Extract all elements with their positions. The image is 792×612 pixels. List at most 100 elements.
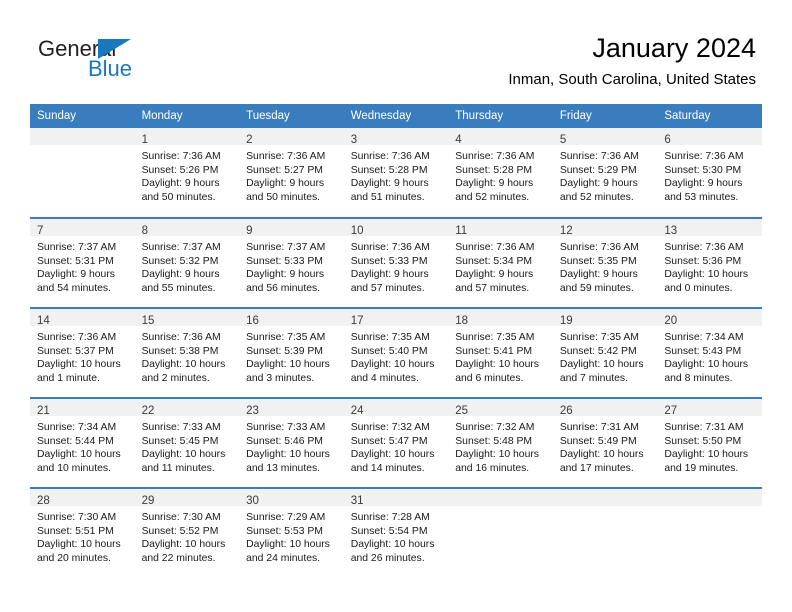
day-number: 27 bbox=[664, 405, 678, 417]
calendar-day-cell[interactable]: 25 Sunrise: 7:32 AM Sunset: 5:48 PM Dayligh… bbox=[448, 397, 553, 488]
calendar-day-cell[interactable]: 6 Sunrise: 7:36 AM Sunset: 5:30 PM Daylight… bbox=[657, 128, 762, 218]
day-detail-line: and 53 minutes. bbox=[664, 191, 739, 203]
day-detail-line: Daylight: 9 hours bbox=[559, 178, 638, 190]
day-number: 6 bbox=[664, 134, 671, 146]
calendar-day-cell[interactable]: 11 Sunrise: 7:36 AM Sunset: 5:34 PM Dayligh… bbox=[448, 217, 553, 308]
day-detail-line: Sunset: 5:32 PM bbox=[141, 255, 219, 267]
calendar-day-cell[interactable]: 18 Sunrise: 7:35 AM Sunset: 5:41 PM Dayligh… bbox=[448, 307, 553, 398]
calendar-day-cell[interactable]: 2 Sunrise: 7:36 AM Sunset: 5:27 PM Daylight… bbox=[239, 128, 344, 218]
day-detail-text: Sunrise: 7:36 AM Sunset: 5:33 PM Daylight:… bbox=[344, 236, 449, 295]
day-detail-line: and 19 minutes. bbox=[664, 462, 739, 474]
day-detail-text: Sunrise: 7:35 AM Sunset: 5:41 PM Daylight:… bbox=[448, 326, 553, 385]
day-number-band: 9 bbox=[239, 219, 344, 237]
calendar-day-cell[interactable]: 24 Sunrise: 7:32 AM Sunset: 5:47 PM Dayligh… bbox=[343, 397, 449, 488]
day-number-band: 8 bbox=[134, 219, 240, 237]
calendar-day-cell[interactable]: 23 Sunrise: 7:33 AM Sunset: 5:46 PM Dayligh… bbox=[239, 397, 344, 488]
day-detail-line: and 22 minutes. bbox=[141, 552, 216, 564]
day-number: 28 bbox=[37, 495, 50, 507]
day-detail-line: Daylight: 9 hours bbox=[141, 269, 220, 281]
day-detail-line: Sunset: 5:52 PM bbox=[141, 525, 219, 537]
day-number-band: 16 bbox=[239, 309, 344, 327]
calendar-day-cell[interactable]: 27 Sunrise: 7:31 AM Sunset: 5:50 PM Dayligh… bbox=[657, 397, 762, 488]
day-number: 30 bbox=[246, 495, 259, 507]
day-detail-line: Daylight: 10 hours bbox=[350, 539, 435, 551]
calendar-day-cell[interactable]: 8 Sunrise: 7:37 AM Sunset: 5:32 PM Daylight… bbox=[134, 217, 240, 308]
calendar-day-cell[interactable]: 21 Sunrise: 7:34 AM Sunset: 5:44 PM Dayligh… bbox=[30, 397, 135, 488]
day-detail-line: Sunrise: 7:36 AM bbox=[664, 151, 744, 162]
calendar-day-cell[interactable]: 3 Sunrise: 7:36 AM Sunset: 5:28 PM Daylight… bbox=[343, 128, 449, 218]
day-detail-line: Sunrise: 7:37 AM bbox=[141, 242, 221, 253]
day-number-band: 5 bbox=[552, 128, 658, 146]
day-detail-line: Daylight: 10 hours bbox=[350, 449, 435, 461]
day-detail-text: Sunrise: 7:36 AM Sunset: 5:34 PM Daylight:… bbox=[448, 236, 553, 295]
day-detail-text: Sunrise: 7:34 AM Sunset: 5:44 PM Daylight:… bbox=[30, 416, 135, 475]
calendar-day-cell[interactable]: 26 Sunrise: 7:31 AM Sunset: 5:49 PM Dayligh… bbox=[552, 397, 658, 488]
day-number: 14 bbox=[37, 315, 50, 327]
day-detail-line: Daylight: 10 hours bbox=[246, 539, 330, 551]
day-detail-line: and 8 minutes. bbox=[664, 372, 733, 384]
day-number: 1 bbox=[141, 134, 148, 146]
day-detail-line: Sunset: 5:41 PM bbox=[455, 345, 533, 357]
day-detail-line: Daylight: 10 hours bbox=[37, 449, 121, 461]
day-detail-line: and 2 minutes. bbox=[141, 372, 210, 384]
day-detail-line: Sunrise: 7:36 AM bbox=[350, 242, 430, 253]
calendar-day-cell[interactable]: 9 Sunrise: 7:37 AM Sunset: 5:33 PM Daylight… bbox=[239, 217, 344, 308]
weekday-header-saturday: Saturday bbox=[657, 104, 762, 128]
day-detail-line: Daylight: 10 hours bbox=[141, 359, 226, 371]
calendar-day-cell[interactable]: 14 Sunrise: 7:36 AM Sunset: 5:37 PM Dayligh… bbox=[30, 307, 135, 398]
calendar-container: Sunday Monday Tuesday Wednesday Thursday Frid… bbox=[30, 104, 762, 578]
day-detail-text bbox=[657, 506, 762, 511]
calendar-day-cell[interactable]: 31 Sunrise: 7:28 AM Sunset: 5:54 PM Dayligh… bbox=[343, 487, 449, 578]
day-detail-line: Daylight: 9 hours bbox=[664, 178, 743, 190]
day-detail-line: Sunset: 5:37 PM bbox=[37, 345, 114, 357]
calendar-day-cell[interactable]: 30 Sunrise: 7:29 AM Sunset: 5:53 PM Dayligh… bbox=[239, 487, 344, 578]
page-header: General Blue January 2024 Inman, South C… bbox=[0, 0, 792, 100]
calendar-day-cell-empty bbox=[448, 487, 553, 578]
day-number: 12 bbox=[559, 225, 573, 237]
day-detail-line: Daylight: 10 hours bbox=[141, 449, 226, 461]
day-number-band: 21 bbox=[30, 399, 135, 417]
calendar-day-cell[interactable]: 19 Sunrise: 7:35 AM Sunset: 5:42 PM Dayligh… bbox=[552, 307, 658, 398]
day-number: 26 bbox=[559, 405, 573, 417]
day-number: 13 bbox=[664, 225, 678, 237]
calendar-day-cell[interactable]: 28 Sunrise: 7:30 AM Sunset: 5:51 PM Dayligh… bbox=[30, 487, 135, 578]
calendar-day-cell[interactable]: 16 Sunrise: 7:35 AM Sunset: 5:39 PM Dayligh… bbox=[239, 307, 344, 398]
day-detail-line: Sunrise: 7:36 AM bbox=[559, 151, 639, 162]
day-detail-line: Sunset: 5:51 PM bbox=[37, 525, 114, 537]
day-detail-line: Daylight: 9 hours bbox=[37, 269, 115, 281]
calendar-day-cell[interactable]: 22 Sunrise: 7:33 AM Sunset: 5:45 PM Dayligh… bbox=[134, 397, 240, 488]
day-detail-line: Daylight: 10 hours bbox=[37, 539, 121, 551]
day-detail-line: Daylight: 10 hours bbox=[664, 269, 749, 281]
day-detail-line: Sunset: 5:45 PM bbox=[141, 435, 219, 447]
day-number-band: 3 bbox=[343, 128, 449, 146]
calendar-day-cell[interactable]: 7 Sunrise: 7:37 AM Sunset: 5:31 PM Daylight… bbox=[30, 217, 135, 308]
day-number: 29 bbox=[141, 495, 155, 507]
calendar-day-cell[interactable]: 17 Sunrise: 7:35 AM Sunset: 5:40 PM Dayligh… bbox=[343, 307, 449, 398]
calendar-week-row: 1 Sunrise: 7:36 AM Sunset: 5:26 PM Daylight… bbox=[30, 128, 762, 218]
calendar-day-cell[interactable]: 12 Sunrise: 7:36 AM Sunset: 5:35 PM Dayligh… bbox=[552, 217, 658, 308]
calendar-day-cell[interactable]: 10 Sunrise: 7:36 AM Sunset: 5:33 PM Dayligh… bbox=[343, 217, 449, 308]
weekday-header-monday: Monday bbox=[134, 104, 240, 128]
calendar-day-cell[interactable]: 4 Sunrise: 7:36 AM Sunset: 5:28 PM Daylight… bbox=[448, 128, 553, 218]
calendar-day-cell[interactable]: 5 Sunrise: 7:36 AM Sunset: 5:29 PM Daylight… bbox=[552, 128, 658, 218]
day-detail-line: and 7 minutes. bbox=[559, 372, 628, 384]
day-detail-text: Sunrise: 7:32 AM Sunset: 5:47 PM Daylight:… bbox=[344, 416, 449, 475]
day-detail-line: Sunset: 5:53 PM bbox=[246, 525, 323, 537]
calendar-day-cell[interactable]: 20 Sunrise: 7:34 AM Sunset: 5:43 PM Dayligh… bbox=[657, 307, 762, 398]
weekday-header-thursday: Thursday bbox=[448, 104, 553, 128]
day-detail-line: Daylight: 9 hours bbox=[246, 269, 325, 281]
day-detail-line: and 57 minutes. bbox=[455, 282, 530, 294]
calendar-day-cell[interactable]: 29 Sunrise: 7:30 AM Sunset: 5:52 PM Dayligh… bbox=[134, 487, 240, 578]
day-detail-text: Sunrise: 7:36 AM Sunset: 5:29 PM Daylight:… bbox=[553, 145, 658, 204]
day-detail-text: Sunrise: 7:31 AM Sunset: 5:49 PM Daylight:… bbox=[553, 416, 658, 475]
day-number-band bbox=[30, 128, 135, 145]
day-detail-line: Daylight: 9 hours bbox=[559, 269, 638, 281]
calendar-day-cell[interactable]: 13 Sunrise: 7:36 AM Sunset: 5:36 PM Dayligh… bbox=[657, 217, 762, 308]
day-detail-text: Sunrise: 7:30 AM Sunset: 5:52 PM Daylight:… bbox=[135, 506, 240, 565]
day-number-band: 23 bbox=[239, 399, 344, 417]
day-detail-text bbox=[553, 506, 658, 511]
day-detail-line: Sunrise: 7:35 AM bbox=[350, 332, 430, 343]
calendar-day-cell[interactable]: 1 Sunrise: 7:36 AM Sunset: 5:26 PM Daylight… bbox=[134, 128, 240, 218]
day-detail-line: and 4 minutes. bbox=[350, 372, 419, 384]
calendar-day-cell[interactable]: 15 Sunrise: 7:36 AM Sunset: 5:38 PM Dayligh… bbox=[134, 307, 240, 398]
